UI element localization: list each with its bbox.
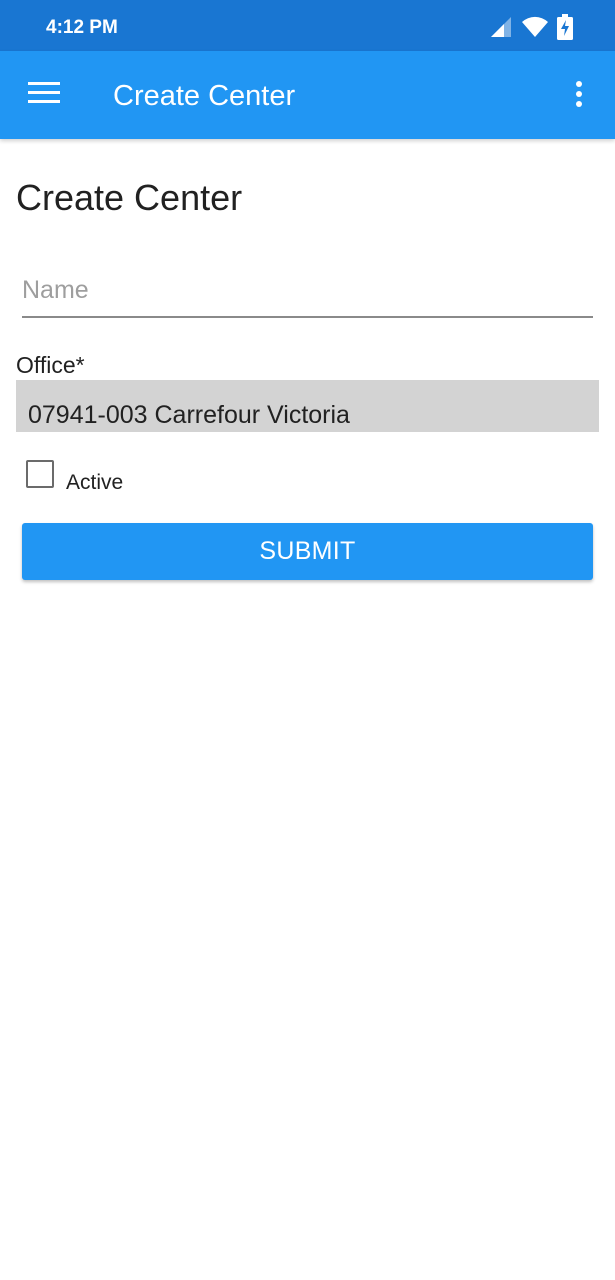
status-bar: 4:12 PM — [0, 0, 615, 51]
active-checkbox[interactable] — [26, 460, 54, 488]
more-vert-icon — [575, 80, 583, 113]
name-input[interactable] — [22, 264, 593, 318]
hamburger-menu-icon — [28, 81, 60, 110]
signal-icon — [489, 15, 513, 39]
office-select[interactable]: 07941-003 Carrefour Victoria — [16, 380, 599, 432]
overflow-menu-button[interactable] — [559, 75, 599, 117]
menu-button[interactable] — [18, 73, 70, 117]
office-label: Office* — [16, 352, 85, 378]
battery-charging-icon — [557, 14, 573, 40]
submit-button[interactable]: SUBMIT — [22, 523, 593, 580]
page-title: Create Center — [16, 177, 243, 218]
status-icons — [489, 14, 573, 40]
office-selected-value: 07941-003 Carrefour Victoria — [28, 401, 350, 429]
wifi-icon — [521, 15, 549, 39]
app-bar: Create Center — [0, 51, 615, 139]
active-label: Active — [66, 471, 124, 494]
active-checkbox-row[interactable]: Active — [26, 458, 123, 498]
app-bar-title: Create Center — [113, 80, 296, 112]
status-time: 4:12 PM — [46, 17, 118, 38]
